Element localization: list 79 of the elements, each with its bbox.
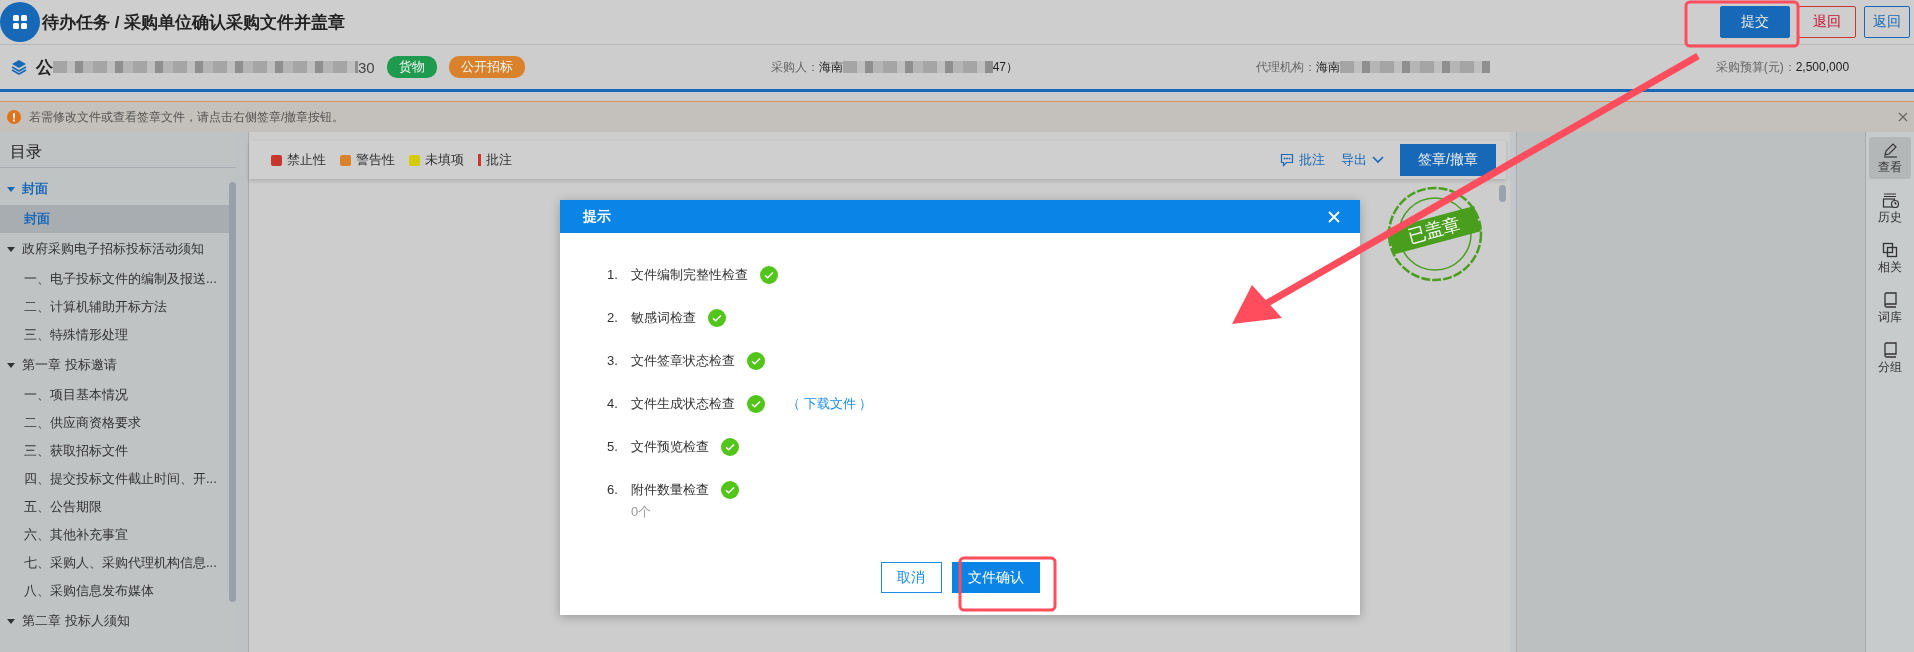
field-label: 采购人： xyxy=(770,58,819,76)
list-number: 4. xyxy=(607,396,619,411)
tree-item[interactable]: 八、采购信息发布媒体 xyxy=(0,577,230,605)
cancel-button[interactable]: 取消 xyxy=(880,562,942,593)
tree-item[interactable]: 六、其他补充事宜 xyxy=(0,521,230,549)
page-title: 待办任务 / 采购单位确认采购文件并盖章 xyxy=(42,11,346,34)
comment-icon xyxy=(1279,153,1294,167)
list-number: 2. xyxy=(607,310,619,325)
list-number: 6. xyxy=(607,482,619,497)
side-tool[interactable]: 查看 xyxy=(1869,137,1911,179)
chevron-down-icon xyxy=(1371,156,1384,164)
tree-item[interactable]: 一、电子投标文件的编制及报送... xyxy=(0,265,230,293)
legend-label: 禁止性 xyxy=(286,151,326,169)
comment-button[interactable]: 批注 xyxy=(1279,151,1325,169)
caret-icon xyxy=(6,360,16,370)
dialog-title: 提示 xyxy=(583,207,611,226)
copy-icon xyxy=(1881,240,1899,259)
tree-item[interactable]: 二、计算机辅助开标方法 xyxy=(0,293,230,321)
export-dropdown[interactable]: 导出 xyxy=(1340,151,1384,169)
apps-icon xyxy=(0,2,40,42)
tree-item[interactable]: 二、供应商资格要求 xyxy=(0,409,230,437)
field-value: 海南 xyxy=(818,58,843,76)
field-value: 2,500,000 xyxy=(1795,60,1850,74)
tree-item[interactable]: 三、获取招标文件 xyxy=(0,437,230,465)
field-value: 47） xyxy=(992,58,1019,76)
legend-label: 警告性 xyxy=(355,151,395,169)
sidebar-title: 目录 xyxy=(0,132,236,168)
tree-item[interactable]: 一、项目基本情况 xyxy=(0,381,230,409)
close-icon xyxy=(1328,210,1340,223)
tree-item[interactable]: 三、特殊情形处理 xyxy=(0,321,230,349)
layers-icon xyxy=(11,59,27,75)
confirm-button[interactable]: 文件确认 xyxy=(951,562,1040,593)
check-label: 附件数量检查 xyxy=(631,480,709,499)
side-tool[interactable]: 相关 xyxy=(1869,237,1911,279)
header-button[interactable]: 退回 xyxy=(1798,6,1856,38)
field-label: 代理机构： xyxy=(1255,58,1316,76)
caret-icon xyxy=(6,184,16,194)
legend-label: 未填项 xyxy=(424,151,464,169)
count-text: 0个 xyxy=(631,503,653,521)
close-icon xyxy=(1898,112,1908,122)
seal-stamp: 已盖章 xyxy=(1384,184,1485,284)
tree-item[interactable]: 政府采购电子招标投标活动须知 xyxy=(0,233,230,265)
tree-item[interactable]: 第一章 投标邀请 xyxy=(0,349,230,381)
sign-button[interactable]: 签章/撤章 xyxy=(1399,144,1496,176)
scrollbar[interactable] xyxy=(228,182,236,602)
tree-item[interactable]: 五、公告期限 xyxy=(0,493,230,521)
check-label: 文件编制完整性检查 xyxy=(631,265,748,284)
check-label: 文件签章状态检查 xyxy=(631,351,735,370)
caret-icon xyxy=(6,616,16,626)
field-label: 采购预算(元)： xyxy=(1715,58,1796,76)
history-icon xyxy=(1881,190,1899,209)
check-label: 文件生成状态检查 xyxy=(631,394,735,413)
legend-label: 批注 xyxy=(485,151,512,169)
field-value: 海南 xyxy=(1315,58,1340,76)
check-label: 敏感词检查 xyxy=(631,308,696,327)
book-icon xyxy=(1881,340,1899,359)
tag: 货物 xyxy=(386,56,437,78)
list-number: 5. xyxy=(607,439,619,454)
tree-item[interactable]: 七、采购人、采购代理机构信息... xyxy=(0,549,230,577)
header-button[interactable]: 提交 xyxy=(1720,6,1790,38)
close-button[interactable] xyxy=(1328,210,1340,223)
book-icon xyxy=(1881,290,1899,309)
download-link[interactable]: （ 下载文件 ） xyxy=(787,394,873,413)
list-number: 1. xyxy=(607,267,619,282)
check-label: 文件预览检查 xyxy=(631,437,709,456)
tag: 公开招标 xyxy=(448,56,525,78)
side-tool[interactable]: 分组 xyxy=(1869,337,1911,379)
caret-icon xyxy=(6,244,16,254)
notice-text: 若需修改文件或查看签章文件，请点击右侧签章/撤章按钮。 xyxy=(29,108,345,126)
side-tool[interactable]: 历史 xyxy=(1869,187,1911,229)
project-name: 公 xyxy=(36,56,53,79)
project-code: 30 xyxy=(358,58,375,76)
side-tool[interactable]: 词库 xyxy=(1869,287,1911,329)
tree-item[interactable]: 第二章 投标人须知 xyxy=(0,605,230,637)
list-number: 3. xyxy=(607,353,619,368)
scrollbar[interactable] xyxy=(1498,185,1506,202)
warning-icon xyxy=(7,110,21,124)
tree-item[interactable]: 四、提交投标文件截止时间、开... xyxy=(0,465,230,493)
header-button[interactable]: 返回 xyxy=(1864,6,1910,38)
